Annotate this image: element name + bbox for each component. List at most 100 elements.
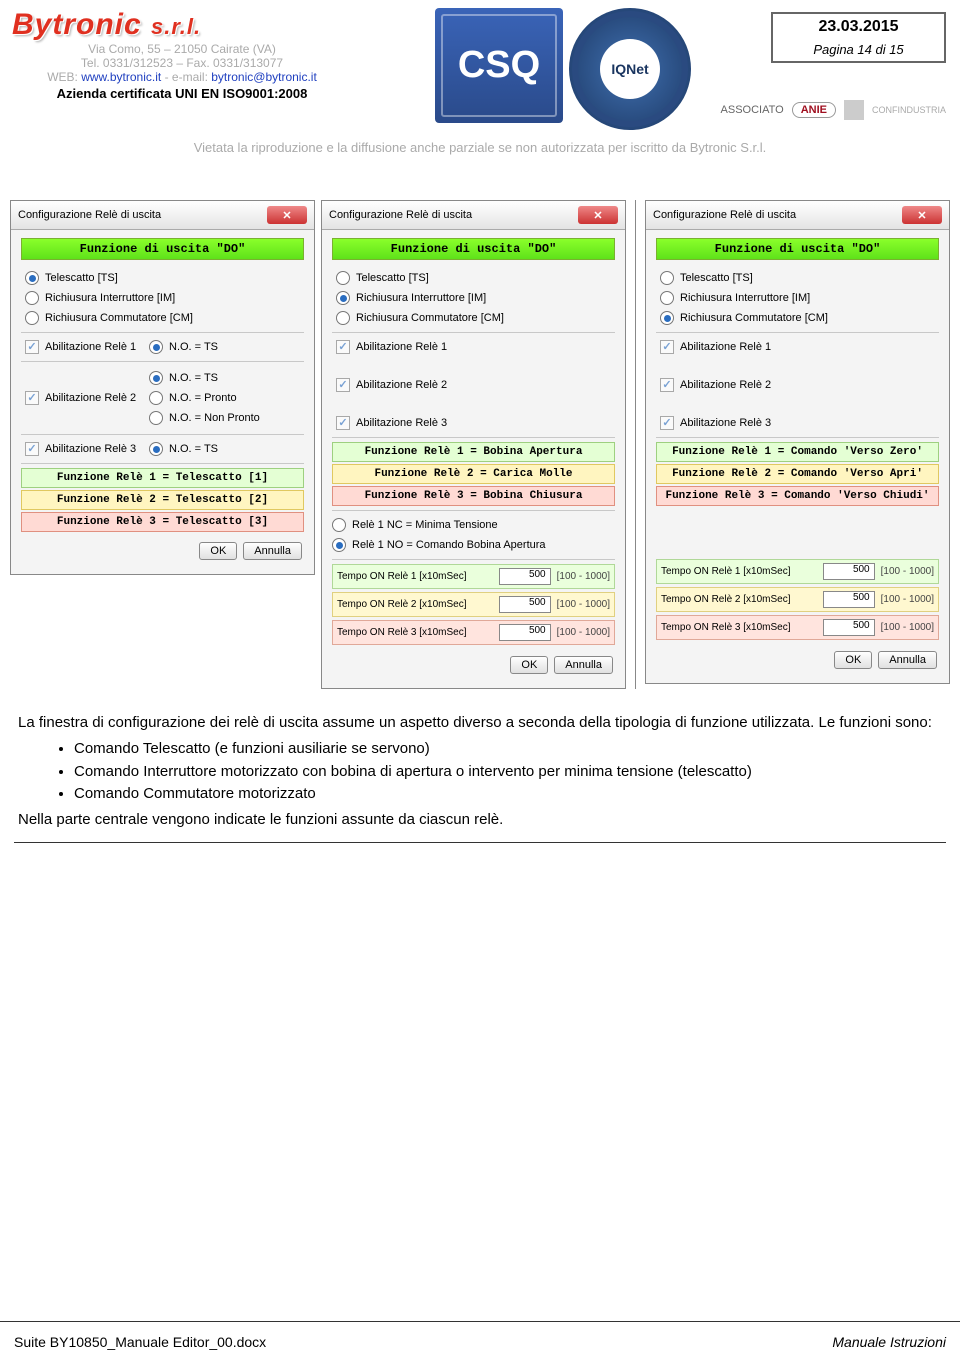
page-footer: Suite BY10850_Manuale Editor_00.docx Man… — [0, 1321, 960, 1350]
function-header: Funzione di uscita "DO" — [21, 238, 304, 260]
abil-rele-2[interactable]: Abilitazione Relè 2 — [328, 375, 619, 395]
abil-rele-1-row: Abilitazione Relè 1 N.O. = TS — [17, 337, 308, 357]
vertical-separator — [635, 200, 636, 689]
web-url: www.bytronic.it — [81, 70, 161, 84]
tempo-label: Tempo ON Relè 1 [x10mSec] — [661, 566, 791, 577]
radio-icon[interactable] — [149, 391, 163, 405]
abil-rele-3-row: Abilitazione Relè 3 N.O. = TS — [17, 439, 308, 459]
list-item: Comando Telescatto (e funzioni ausiliari… — [74, 739, 942, 759]
tempo-label: Tempo ON Relè 1 [x10mSec] — [337, 571, 467, 582]
check-label: Abilitazione Relè 2 — [356, 379, 447, 391]
tempo-input[interactable]: 500 — [823, 619, 875, 636]
list-item: Comando Commutatore motorizzato — [74, 784, 942, 804]
radio-label: Richiusura Interruttore [IM] — [680, 292, 810, 304]
radio-telescatto[interactable]: Telescatto [TS] — [652, 268, 943, 288]
func-rele-1: Funzione Relè 1 = Telescatto [1] — [21, 468, 304, 488]
check-label: Abilitazione Relè 2 — [45, 392, 136, 404]
radio-label: Telescatto [TS] — [45, 272, 118, 284]
radio-r1nc[interactable]: Relè 1 NC = Minima Tensione — [328, 515, 619, 535]
radio-interruttore[interactable]: Richiusura Interruttore [IM] — [17, 288, 308, 308]
certification-line: Azienda certificata UNI EN ISO9001:2008 — [12, 86, 352, 101]
dialog-title-text: Configurazione Relè di uscita — [329, 209, 472, 221]
radio-label: Telescatto [TS] — [680, 272, 753, 284]
tempo-input[interactable]: 500 — [499, 624, 551, 641]
abil-rele-3[interactable]: Abilitazione Relè 3 — [652, 413, 943, 433]
web-email: bytronic@bytronic.it — [211, 70, 317, 84]
radio-telescatto[interactable]: Telescatto [TS] — [328, 268, 619, 288]
body-list: Comando Telescatto (e funzioni ausiliari… — [74, 739, 942, 804]
func-rele-3: Funzione Relè 3 = Telescatto [3] — [21, 512, 304, 532]
radio-icon — [660, 291, 674, 305]
dialog-interruttore: Configurazione Relè di uscita ✕ Funzione… — [321, 200, 626, 689]
horizontal-rule — [14, 842, 946, 843]
body-paragraph-1: La finestra di configurazione dei relè d… — [18, 713, 942, 733]
abil-rele-2[interactable]: Abilitazione Relè 2 — [652, 375, 943, 395]
radio-icon[interactable] — [149, 411, 163, 425]
radio-r1no[interactable]: Relè 1 NO = Comando Bobina Apertura — [328, 535, 619, 555]
footer-left: Suite BY10850_Manuale Editor_00.docx — [14, 1334, 266, 1350]
close-icon[interactable]: ✕ — [578, 206, 618, 224]
radio-telescatto[interactable]: Telescatto [TS] — [17, 268, 308, 288]
address-line-2: Tel. 0331/312523 – Fax. 0331/313077 — [12, 56, 352, 70]
logo-suffix: s.r.l. — [151, 14, 201, 39]
radio-label: Relè 1 NC = Minima Tensione — [352, 519, 498, 531]
radio-icon — [336, 311, 350, 325]
tempo-input[interactable]: 500 — [823, 563, 875, 580]
checkbox-icon[interactable] — [25, 340, 39, 354]
annulla-button[interactable]: Annulla — [243, 542, 302, 560]
radio-icon — [660, 271, 674, 285]
radio-icon[interactable] — [149, 442, 163, 456]
check-label: Abilitazione Relè 1 — [45, 341, 136, 353]
radio-label: Richiusura Commutatore [CM] — [680, 312, 828, 324]
radio-interruttore[interactable]: Richiusura Interruttore [IM] — [328, 288, 619, 308]
ok-button[interactable]: OK — [834, 651, 872, 669]
tempo-rele-2: Tempo ON Relè 2 [x10mSec] 500 [100 - 100… — [656, 587, 939, 612]
abil-rele-1[interactable]: Abilitazione Relè 1 — [328, 337, 619, 357]
tempo-input[interactable]: 500 — [823, 591, 875, 608]
radio-commutatore[interactable]: Richiusura Commutatore [CM] — [328, 308, 619, 328]
checkbox-icon[interactable] — [25, 391, 39, 405]
document-date: 23.03.2015 — [773, 18, 944, 36]
checkbox-icon — [660, 378, 674, 392]
tempo-input[interactable]: 500 — [499, 596, 551, 613]
tempo-rele-2: Tempo ON Relè 2 [x10mSec] 500 [100 - 100… — [332, 592, 615, 617]
tempo-label: Tempo ON Relè 2 [x10mSec] — [337, 599, 467, 610]
tempo-range: [100 - 1000] — [557, 627, 610, 638]
tempo-rele-1: Tempo ON Relè 1 [x10mSec] 500 [100 - 100… — [656, 559, 939, 584]
close-icon[interactable]: ✕ — [902, 206, 942, 224]
confindustria-icon — [844, 100, 864, 120]
radio-icon — [336, 291, 350, 305]
radio-label: Richiusura Commutatore [CM] — [356, 312, 504, 324]
radio-interruttore[interactable]: Richiusura Interruttore [IM] — [652, 288, 943, 308]
abil-rele-1[interactable]: Abilitazione Relè 1 — [652, 337, 943, 357]
radio-icon — [25, 291, 39, 305]
radio-icon[interactable] — [149, 340, 163, 354]
radio-commutatore[interactable]: Richiusura Commutatore [CM] — [652, 308, 943, 328]
web-mid: - e-mail: — [161, 70, 211, 84]
document-page: Pagina 14 di 15 — [773, 42, 944, 57]
tempo-rele-1: Tempo ON Relè 1 [x10mSec] 500 [100 - 100… — [332, 564, 615, 589]
associato-label: ASSOCIATO — [721, 104, 784, 116]
body-text: La finestra di configurazione dei relè d… — [18, 713, 942, 830]
page-header: Bytronic s.r.l. Via Como, 55 – 21050 Cai… — [0, 0, 960, 180]
annulla-button[interactable]: Annulla — [878, 651, 937, 669]
radio-label: Richiusura Interruttore [IM] — [45, 292, 175, 304]
radio-icon — [660, 311, 674, 325]
tempo-input[interactable]: 500 — [499, 568, 551, 585]
checkbox-icon — [336, 416, 350, 430]
ok-button[interactable]: OK — [510, 656, 548, 674]
annulla-button[interactable]: Annulla — [554, 656, 613, 674]
dialog-title-text: Configurazione Relè di uscita — [653, 209, 796, 221]
ok-button[interactable]: OK — [199, 542, 237, 560]
association-line: ASSOCIATO ANIE CONFINDUSTRIA — [721, 100, 946, 120]
iqnet-badge-icon: IQNet — [569, 8, 691, 130]
tempo-label: Tempo ON Relè 2 [x10mSec] — [661, 594, 791, 605]
radio-icon[interactable] — [149, 371, 163, 385]
checkbox-icon[interactable] — [25, 442, 39, 456]
close-icon[interactable]: ✕ — [267, 206, 307, 224]
address-line-1: Via Como, 55 – 21050 Cairate (VA) — [12, 42, 352, 56]
company-logo: Bytronic s.r.l. — [12, 8, 412, 42]
abil-rele-3[interactable]: Abilitazione Relè 3 — [328, 413, 619, 433]
radio-commutatore[interactable]: Richiusura Commutatore [CM] — [17, 308, 308, 328]
radio-icon — [332, 518, 346, 532]
